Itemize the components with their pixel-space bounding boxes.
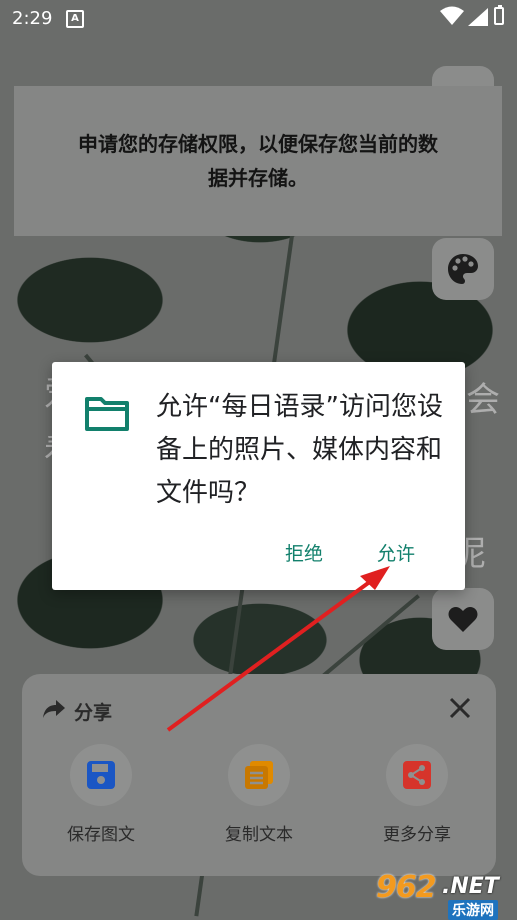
site-watermark: 962 .NET 乐游网 bbox=[376, 870, 514, 920]
watermark-site: 乐游网 bbox=[448, 900, 498, 920]
watermark-number: 962 bbox=[376, 870, 437, 905]
watermark-suffix: .NET bbox=[442, 874, 499, 899]
annotation-arrow bbox=[166, 566, 390, 732]
